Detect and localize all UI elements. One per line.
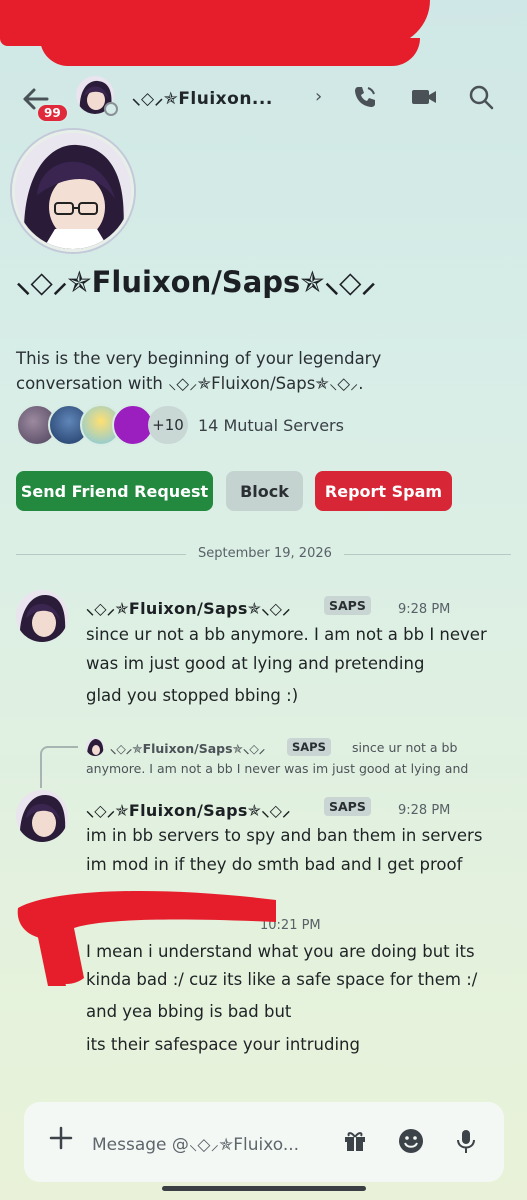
mutual-servers-label[interactable]: 14 Mutual Servers xyxy=(198,416,344,435)
reply-avatar xyxy=(86,738,104,756)
reply-preview-text[interactable]: since ur not a bb xyxy=(352,740,457,755)
message-line: glad you stopped bbing :) xyxy=(86,686,299,705)
message-input[interactable]: Message @⸜◇⸝✯Fluixo... xyxy=(92,1132,299,1155)
header-username[interactable]: ⸜◇⸝✯Fluixon... xyxy=(132,86,273,109)
message-line: im in bb servers to spy and ban them in … xyxy=(86,826,483,845)
unread-badge: 99 xyxy=(36,103,69,123)
reply-server-tag: SAPS xyxy=(287,738,331,756)
message-line: and yea bbing is bad but xyxy=(86,1002,292,1021)
more-servers-count: +10 xyxy=(148,406,188,444)
send-friend-request-button[interactable]: Send Friend Request xyxy=(16,471,213,511)
message-line: its their safespace your intruding xyxy=(86,1035,360,1054)
phone-call-icon[interactable] xyxy=(352,84,378,114)
profile-display-name: ⸜◇⸝✯Fluixon/Saps✯⸜◇⸝ xyxy=(16,265,376,299)
status-indicator xyxy=(104,102,118,116)
message-timestamp: 9:28 PM xyxy=(398,602,451,617)
message-avatar[interactable] xyxy=(16,590,68,642)
message-line: im mod in if they do smth bad and I get … xyxy=(86,855,463,874)
intro-line-2: conversation with ⸜◇⸝✯Fluixon/Saps✯⸜◇⸝. xyxy=(16,374,364,393)
plus-icon[interactable] xyxy=(48,1124,74,1159)
intro-line-1: This is the very beginning of your legen… xyxy=(16,349,382,368)
search-icon[interactable] xyxy=(468,84,494,114)
conversation-intro: This is the very beginning of your legen… xyxy=(16,346,486,396)
redaction-scribble-top-tail xyxy=(40,38,420,66)
home-indicator xyxy=(162,1186,366,1191)
block-button[interactable]: Block xyxy=(226,471,303,511)
server-tag: SAPS xyxy=(324,596,371,615)
message-avatar[interactable] xyxy=(16,790,68,842)
message-line: was im just good at lying and pretending xyxy=(86,654,425,673)
redaction-scribble-self xyxy=(14,878,294,988)
gift-icon[interactable] xyxy=(342,1128,368,1158)
profile-avatar[interactable] xyxy=(12,130,134,252)
reply-author[interactable]: ⸜◇⸝✯Fluixon/Saps✯⸜◇⸝ xyxy=(110,740,265,757)
server-tag: SAPS xyxy=(324,797,371,816)
message-line: since ur not a bb anymore. I am not a bb… xyxy=(86,625,487,644)
chevron-right-icon[interactable]: › xyxy=(315,86,322,107)
emoji-icon[interactable] xyxy=(397,1127,425,1159)
reply-preview-text[interactable]: anymore. I am not a bb I never was im ju… xyxy=(86,761,468,776)
message-author[interactable]: ⸜◇⸝✯Fluixon/Saps✯⸜◇⸝ xyxy=(86,799,291,821)
video-call-icon[interactable] xyxy=(410,84,438,114)
microphone-icon[interactable] xyxy=(454,1128,478,1158)
date-divider-label: September 19, 2026 xyxy=(186,546,344,561)
message-author[interactable]: ⸜◇⸝✯Fluixon/Saps✯⸜◇⸝ xyxy=(86,597,291,619)
message-timestamp: 9:28 PM xyxy=(398,803,451,818)
reply-connector xyxy=(40,746,78,788)
report-spam-button[interactable]: Report Spam xyxy=(315,471,452,511)
